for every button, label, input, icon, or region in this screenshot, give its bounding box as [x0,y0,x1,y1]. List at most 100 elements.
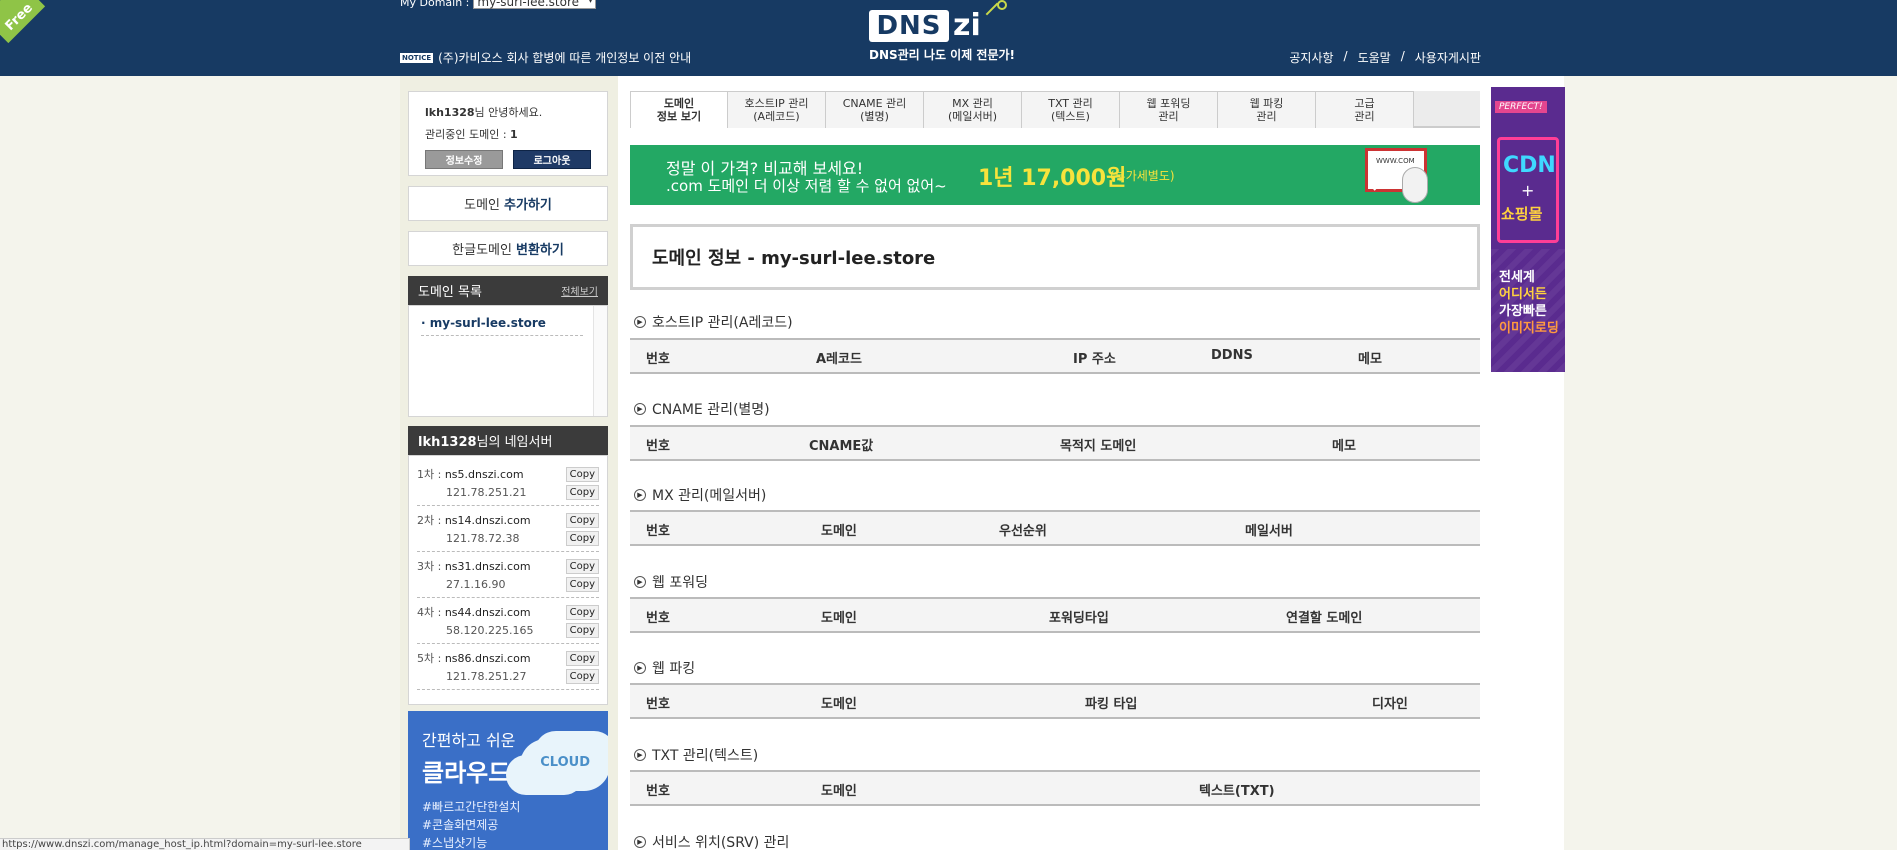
add-domain-bold: 추가하기 [504,198,552,213]
page-title-box: 도메인 정보 - my-surl-lee.store [630,224,1480,290]
view-all-link[interactable]: 전체보기 [561,283,598,298]
col-header: 번호 [646,524,670,539]
free-ribbon: Free [0,0,46,44]
ns-label: 4차 : [417,606,445,619]
tab-mx[interactable]: MX 관리 (메일서버) [924,91,1022,128]
ns-label: 1차 : [417,468,445,481]
nameserver-item: 2차 : ns14.dnszi.com Copy 121.78.72.38 Copy [417,506,599,552]
copy-host-button[interactable]: Copy [565,512,599,528]
col-header: 도메인 [821,524,857,539]
cloud-tag: #스냅샷기능 [422,836,488,850]
table-header: 번호 A레코드 IP 주소 DDNS 메모 [630,338,1480,374]
greeting-suffix: 님 안녕하세요. [474,106,543,119]
col-header: 번호 [646,697,670,712]
copy-ip-button[interactable]: Copy [565,668,599,684]
tab-host-ip[interactable]: 호스트IP 관리 (A레코드) [728,91,826,128]
table-header: 번호 도메인 우선순위 메일서버 [630,510,1480,546]
ad-cdn: CDN [1503,153,1556,178]
section-cname: ▶ CNAME 관리(별명) [634,399,770,419]
nav-notice[interactable]: 공지사항 [1289,49,1333,66]
domain-selector-label: My Domain : [400,0,470,9]
managed-count: 1 [510,128,518,141]
section-bullet-icon: ▶ [634,749,646,761]
cdn-ad-banner[interactable]: PERFECT! CDN + 쇼핑몰 전세계 어디서든 가장빠른 이미지로딩 [1491,87,1565,372]
col-header: 우선순위 [999,524,1047,539]
col-header: DDNS [1211,348,1253,363]
copy-ip-button[interactable]: Copy [565,484,599,500]
tab-web-forwarding[interactable]: 웹 포워딩 관리 [1120,91,1218,128]
ad-line: 전세계 [1499,270,1535,285]
col-header: 도메인 [821,784,857,799]
ns-host: ns5.dnszi.com [444,468,524,481]
copy-host-button[interactable]: Copy [565,558,599,574]
domain-select[interactable]: my-surl-lee.store [473,0,597,9]
tab-label: CNAME 관리 [842,97,907,110]
ns-ip: 27.1.16.90 [446,577,506,591]
monitor-text: WWW.COM [1376,157,1415,165]
tab-advanced[interactable]: 고급 관리 [1316,91,1414,128]
col-header: 디자인 [1372,697,1408,712]
tab-cname[interactable]: CNAME 관리 (별명) [826,91,924,128]
managed-domains: 관리중인 도메인 : 1 [425,126,591,142]
copy-ip-button[interactable]: Copy [565,576,599,592]
site-logo[interactable]: DNS zi DNS관리 나도 이제 전문가! [869,0,1016,62]
section-a-record: ▶ 호스트IP 관리(A레코드) [634,312,793,332]
convert-domain-button[interactable]: 한글도메인 변환하기 [408,231,608,266]
domain-list-scrollbar[interactable] [593,306,607,416]
section-web-forwarding: ▶ 웹 포워딩 [634,572,708,592]
tab-label: 도메인 [663,97,695,110]
nameserver-item: 3차 : ns31.dnszi.com Copy 27.1.16.90 Copy [417,552,599,598]
notice-link[interactable]: (주)카비오스 회사 합병에 따른 개인정보 이전 안내 [438,49,691,66]
edit-profile-button[interactable]: 정보수정 [425,150,503,169]
ribbon-label: Free [2,0,36,34]
nav-help[interactable]: 도움말 [1358,49,1391,66]
tab-txt[interactable]: TXT 관리 (텍스트) [1022,91,1120,128]
tab-bar: 도메인 정보 보기 호스트IP 관리 (A레코드) CNAME 관리 (별명) MX … [630,91,1480,128]
tab-label: 웹 포워딩 [1146,97,1191,110]
top-nav: 공지사항 / 도움말 / 사용자게시판 [1289,49,1481,66]
copy-ip-button[interactable]: Copy [565,622,599,638]
tagline: DNS관리 나도 이제 전문가! [869,48,1016,62]
ns-user: lkh1328 [418,435,477,450]
tab-web-parking[interactable]: 웹 파킹 관리 [1218,91,1316,128]
nameserver-item: 1차 : ns5.dnszi.com Copy 121.78.251.21 Copy [417,460,599,506]
page-title: 도메인 정보 - my-surl-lee.store [652,248,936,269]
add-domain-label: 도메인 [464,198,501,213]
copy-host-button[interactable]: Copy [565,466,599,482]
domain-list-item[interactable]: · my-surl-lee.store [421,316,583,336]
col-header: 메모 [1332,439,1356,454]
nav-board[interactable]: 사용자게시판 [1415,49,1481,66]
promo-banner[interactable]: 정말 이 가격? 비교해 보세요! .com 도메인 더 이상 저렴 할 수 없… [630,145,1480,205]
copy-ip-button[interactable]: Copy [565,530,599,546]
nameserver-item: 5차 : ns86.dnszi.com Copy 121.78.251.27 Cop… [417,644,599,690]
ns-host: ns44.dnszi.com [444,606,531,619]
tab-sublabel: (텍스트) [1051,110,1090,123]
add-domain-button[interactable]: 도메인 추가하기 [408,186,608,221]
cloud-ad-banner[interactable]: 간편하고 쉬운 클라우드 CLOUD #빠르고간단한설치 #콘솔화면제공 #스냅… [408,711,608,850]
tab-sublabel: 관리 [1256,110,1277,123]
domain-selector: My Domain : my-surl-lee.store [400,0,597,9]
ns-label: 2차 : [417,514,445,527]
logout-button[interactable]: 로그아웃 [513,150,591,169]
section-bullet-icon: ▶ [634,403,646,415]
section-bullet-icon: ▶ [634,576,646,588]
col-header: A레코드 [816,352,862,367]
section-title: 호스트IP 관리(A레코드) [652,315,793,331]
section-srv: ▶ 서비스 위치(SRV) 관리 [634,832,789,850]
section-title: 웹 포워딩 [652,575,708,591]
copy-host-button[interactable]: Copy [565,604,599,620]
tab-label: 고급 [1354,97,1375,110]
col-header: CNAME값 [809,439,874,454]
tab-sublabel: 정보 보기 [656,110,702,123]
cloud-badge: CLOUD [540,755,590,770]
tab-domain-info[interactable]: 도메인 정보 보기 [630,91,728,128]
nav-separator: / [1400,49,1405,63]
tab-label: 호스트IP 관리 [744,97,809,110]
section-bullet-icon: ▶ [634,489,646,501]
col-header: 번호 [646,352,670,367]
copy-host-button[interactable]: Copy [565,650,599,666]
notice-bar[interactable]: NOTICE (주)카비오스 회사 합병에 따른 개인정보 이전 안내 [400,49,691,66]
section-mx: ▶ MX 관리(메일서버) [634,485,766,505]
ns-title-suffix: 님의 네임서버 [476,435,553,450]
section-title: 서비스 위치(SRV) 관리 [652,835,790,850]
